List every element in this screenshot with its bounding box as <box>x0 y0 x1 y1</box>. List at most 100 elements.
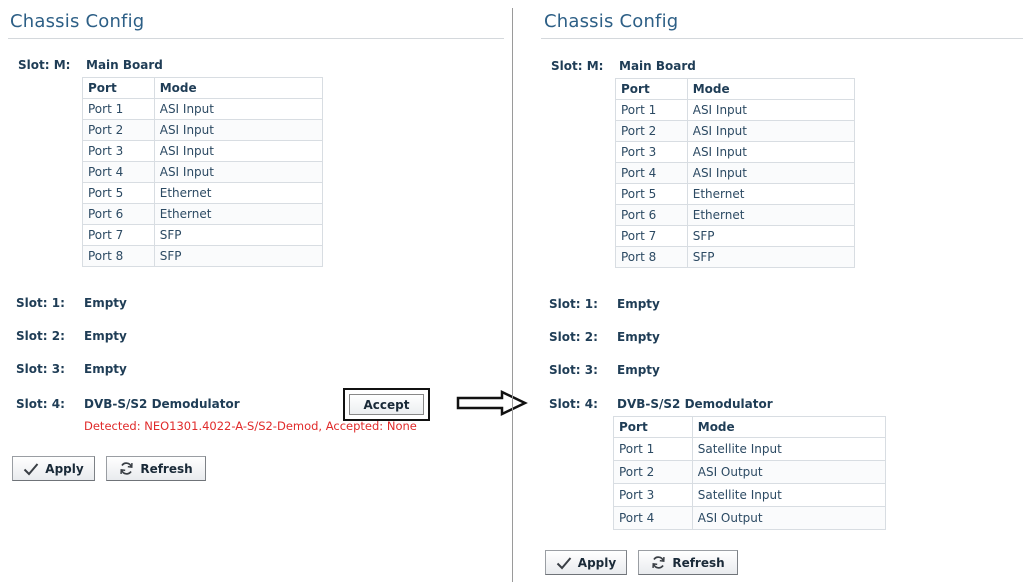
main-board-port-table: Port Mode Port 1 ASI Input Port 2 ASI Inpu… <box>82 77 324 267</box>
table-row: Port 4 ASI Input <box>615 162 856 184</box>
table-row: Port 1 ASI Input <box>82 98 324 120</box>
port-cell: Port 8 <box>82 245 155 267</box>
slot-value: Empty <box>617 363 660 377</box>
table-row: Port 5 Ethernet <box>82 182 324 204</box>
port-cell: Port 4 <box>613 506 693 530</box>
table-row: Port 3 Satellite Input <box>613 483 887 507</box>
table-row: Port 6 Ethernet <box>82 203 324 225</box>
mode-cell: Ethernet <box>686 183 856 205</box>
slot-3-row: Slot: 3: Empty <box>16 362 127 376</box>
port-cell: Port 1 <box>613 437 693 461</box>
mode-cell: SFP <box>153 224 324 246</box>
table-row: Port 3 ASI Input <box>82 140 324 162</box>
slot-4-row: Slot: 4: DVB-S/S2 Demodulator <box>16 397 240 411</box>
mode-cell: Ethernet <box>686 204 856 226</box>
port-cell: Port 3 <box>615 141 688 163</box>
table-row: Port 8 SFP <box>615 246 856 268</box>
page-title: Chassis Config <box>10 11 145 32</box>
right-arrow-icon <box>456 390 528 420</box>
slot-label: Slot: 3: <box>549 363 598 377</box>
column-header-mode: Mode <box>686 78 856 100</box>
slot-value: Empty <box>84 362 127 376</box>
mode-cell: SFP <box>686 225 856 247</box>
column-header-port: Port <box>615 78 688 100</box>
main-board-port-table: Port Mode Port 1 ASI Input Port 2 ASI Inpu… <box>615 78 856 268</box>
mode-cell: ASI Input <box>153 98 324 120</box>
port-cell: Port 3 <box>82 140 155 162</box>
refresh-label: Refresh <box>672 555 725 570</box>
checkmark-icon <box>24 462 39 475</box>
table-row: Port 8 SFP <box>82 245 324 267</box>
column-header-port: Port <box>82 77 155 99</box>
slot-value: Main Board <box>86 58 163 72</box>
page-title: Chassis Config <box>544 11 679 32</box>
port-cell: Port 1 <box>82 98 155 120</box>
table-header-row: Port Mode <box>613 416 887 438</box>
apply-button[interactable]: Apply <box>12 456 95 481</box>
port-cell: Port 4 <box>615 162 688 184</box>
accept-button[interactable]: Accept <box>349 394 424 415</box>
table-row: Port 2 ASI Input <box>615 120 856 142</box>
chassis-config-panel-before: Chassis Config Slot: M: Main Board Port … <box>0 0 510 582</box>
table-header-row: Port Mode <box>82 77 324 99</box>
port-cell: Port 7 <box>615 225 688 247</box>
mode-cell: ASI Input <box>153 161 324 183</box>
port-cell: Port 3 <box>613 483 693 507</box>
refresh-button[interactable]: Refresh <box>638 550 738 575</box>
column-header-mode: Mode <box>153 77 324 99</box>
mode-cell: ASI Input <box>686 120 856 142</box>
slot-label: Slot: 3: <box>16 362 65 376</box>
mode-cell: Satellite Input <box>691 437 887 461</box>
mode-cell: ASI Input <box>153 140 324 162</box>
port-cell: Port 5 <box>82 182 155 204</box>
slot-3-row: Slot: 3: Empty <box>549 363 660 377</box>
port-cell: Port 6 <box>82 203 155 225</box>
port-cell: Port 2 <box>615 120 688 142</box>
apply-button[interactable]: Apply <box>545 550 627 575</box>
port-cell: Port 5 <box>615 183 688 205</box>
table-row: Port 7 SFP <box>82 224 324 246</box>
slot-label: Slot: 1: <box>549 297 598 311</box>
slot-m-row: Slot: M: Main Board <box>551 59 696 73</box>
table-row: Port 1 Satellite Input <box>613 437 887 461</box>
table-row: Port 6 Ethernet <box>615 204 856 226</box>
table-row: Port 1 ASI Input <box>615 99 856 121</box>
mode-cell: Satellite Input <box>691 483 887 507</box>
slot-label: Slot: 4: <box>16 397 65 411</box>
mode-cell: SFP <box>153 245 324 267</box>
slot-label: Slot: 2: <box>549 330 598 344</box>
table-row: Port 4 ASI Input <box>82 161 324 183</box>
mode-cell: SFP <box>686 246 856 268</box>
slot-value: Empty <box>84 329 127 343</box>
table-row: Port 4 ASI Output <box>613 506 887 530</box>
column-header-mode: Mode <box>691 416 887 438</box>
mode-cell: ASI Input <box>686 141 856 163</box>
detected-status-text: Detected: NEO1301.4022-A-S/S2-Demod, Acc… <box>84 419 417 433</box>
column-header-port: Port <box>613 416 693 438</box>
slot-label: Slot: M: <box>18 58 71 72</box>
refresh-icon <box>652 556 666 569</box>
port-cell: Port 7 <box>82 224 155 246</box>
slot-label: Slot: 1: <box>16 296 65 310</box>
demodulator-port-table: Port Mode Port 1 Satellite Input Port 2 AS… <box>613 416 887 530</box>
refresh-icon <box>120 462 134 475</box>
slot-2-row: Slot: 2: Empty <box>549 330 660 344</box>
apply-label: Apply <box>577 555 617 570</box>
slot-value: Empty <box>617 330 660 344</box>
slot-value: DVB-S/S2 Demodulator <box>617 397 773 411</box>
chassis-config-panel-after: Chassis Config Slot: M: Main Board Port … <box>535 0 1023 582</box>
slot-1-row: Slot: 1: Empty <box>549 297 660 311</box>
slot-value: Main Board <box>619 59 696 73</box>
slot-value: Empty <box>617 297 660 311</box>
table-row: Port 3 ASI Input <box>615 141 856 163</box>
table-row: Port 7 SFP <box>615 225 856 247</box>
mode-cell: Ethernet <box>153 182 324 204</box>
mode-cell: ASI Output <box>691 460 887 484</box>
slot-1-row: Slot: 1: Empty <box>16 296 127 310</box>
refresh-button[interactable]: Refresh <box>106 456 206 481</box>
port-cell: Port 4 <box>82 161 155 183</box>
slot-2-row: Slot: 2: Empty <box>16 329 127 343</box>
port-cell: Port 2 <box>82 119 155 141</box>
table-row: Port 5 Ethernet <box>615 183 856 205</box>
checkmark-icon <box>556 556 572 569</box>
